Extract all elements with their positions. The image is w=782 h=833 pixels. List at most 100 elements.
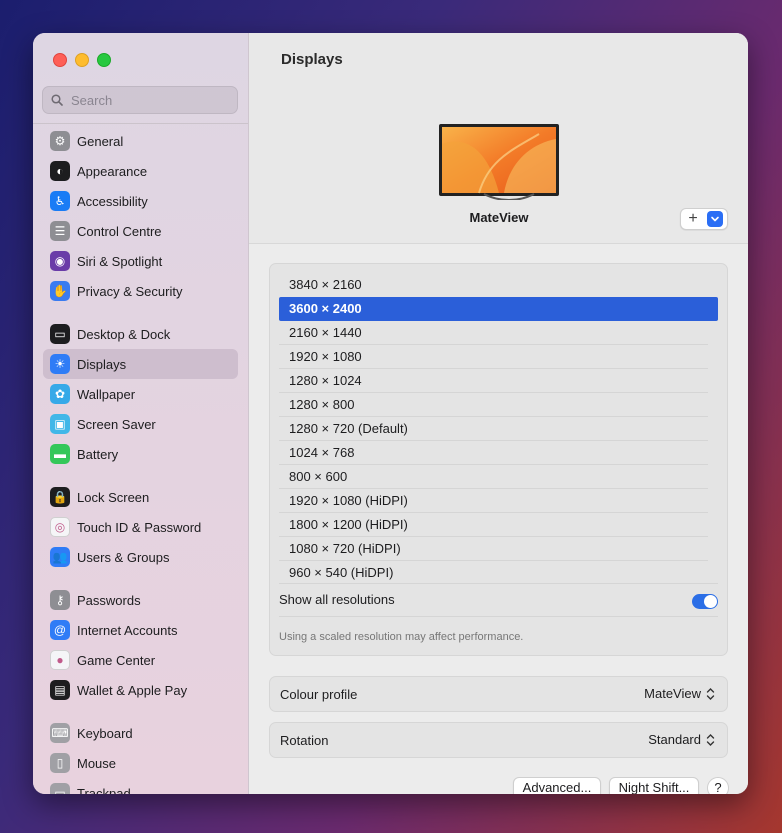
- sidebar-item-label: Passwords: [77, 592, 141, 608]
- resolution-option[interactable]: 1920 × 1080: [279, 345, 708, 369]
- screen-saver-icon: ▣: [50, 414, 70, 434]
- colour-profile-label: Colour profile: [280, 687, 358, 702]
- sidebar-item-label: Users & Groups: [77, 549, 170, 565]
- performance-note: Using a scaled resolution may affect per…: [279, 631, 524, 643]
- dock-icon: ▭: [50, 324, 70, 344]
- display-arrangement: Displays MateView +: [249, 33, 748, 244]
- sidebar-item-lock-screen[interactable]: 🔒 Lock Screen: [43, 482, 238, 512]
- updown-chevron-icon: [706, 687, 715, 700]
- wallet-icon: ▤: [50, 680, 70, 700]
- sidebar-item-label: Displays: [77, 356, 127, 372]
- sidebar-item-keyboard[interactable]: ⌨ Keyboard: [43, 718, 238, 748]
- colour-profile-row[interactable]: Colour profile MateView: [269, 676, 728, 712]
- resolution-option[interactable]: 1800 × 1200 (HiDPI): [279, 513, 708, 537]
- resolution-option[interactable]: 1024 × 768: [279, 441, 708, 465]
- chevron-down-icon[interactable]: [707, 211, 723, 227]
- close-button[interactable]: [53, 53, 67, 67]
- night-shift-button[interactable]: Night Shift...: [609, 777, 699, 794]
- lock-icon: 🔒: [50, 487, 70, 507]
- window-controls: [53, 53, 111, 67]
- show-all-toggle[interactable]: [692, 594, 718, 609]
- plus-icon: +: [688, 210, 698, 227]
- sidebar-item-privacy-security[interactable]: ✋ Privacy & Security: [43, 276, 238, 306]
- sidebar-item-wallet-apple-pay[interactable]: ▤ Wallet & Apple Pay: [43, 675, 238, 705]
- search-input[interactable]: [69, 91, 233, 109]
- rotation-label: Rotation: [280, 733, 329, 748]
- appearance-icon: ◐: [50, 161, 70, 181]
- monitor-icon[interactable]: [439, 124, 559, 200]
- game-center-icon: ●: [50, 650, 70, 670]
- sidebar-item-passwords[interactable]: ⚷ Passwords: [43, 585, 238, 615]
- sidebar-item-label: Trackpad: [77, 785, 131, 795]
- updown-chevron-icon: [706, 733, 715, 746]
- sidebar-item-internet-accounts[interactable]: @ Internet Accounts: [43, 615, 238, 645]
- sidebar-item-label: Desktop & Dock: [77, 326, 171, 342]
- sidebar-item-label: Accessibility: [77, 193, 148, 209]
- zoom-button[interactable]: [97, 53, 111, 67]
- sidebar-item-wallpaper[interactable]: ✿ Wallpaper: [43, 379, 238, 409]
- resolution-option[interactable]: 1920 × 1080 (HiDPI): [279, 489, 708, 513]
- monitor-name: MateView: [469, 210, 529, 225]
- resolution-option[interactable]: 1280 × 800: [279, 393, 708, 417]
- resolution-option[interactable]: 2160 × 1440: [279, 321, 708, 345]
- sidebar-item-control-centre[interactable]: ☰ Control Centre: [43, 216, 238, 246]
- sidebar-item-game-center[interactable]: ● Game Center: [43, 645, 238, 675]
- sidebar-item-mouse[interactable]: ▯ Mouse: [43, 748, 238, 778]
- sidebar-item-appearance[interactable]: ◐ Appearance: [43, 156, 238, 186]
- rotation-row[interactable]: Rotation Standard: [269, 722, 728, 758]
- sidebar-item-label: Appearance: [77, 163, 148, 179]
- trackpad-icon: ▭: [50, 783, 70, 794]
- sidebar-item-general[interactable]: ⚙ General: [43, 126, 238, 156]
- advanced-button[interactable]: Advanced...: [513, 777, 601, 794]
- control-centre-icon: ☰: [50, 221, 70, 241]
- resolution-option[interactable]: 3840 × 2160: [279, 273, 708, 297]
- rotation-select[interactable]: Standard: [648, 732, 715, 747]
- sidebar-item-screen-saver[interactable]: ▣ Screen Saver: [43, 409, 238, 439]
- battery-icon: ▬: [50, 444, 70, 464]
- key-icon: ⚷: [50, 590, 70, 610]
- gear-icon: ⚙: [50, 131, 70, 151]
- show-all-label: Show all resolutions: [279, 592, 395, 607]
- add-display-button[interactable]: +: [680, 208, 728, 230]
- sidebar: ⚙ General ◐ Appearance ♿ Accessibility ☰ Contro…: [33, 33, 249, 794]
- help-button[interactable]: ?: [707, 777, 729, 794]
- sidebar-divider: [33, 123, 248, 124]
- flower-icon: ✿: [50, 384, 70, 404]
- search-box[interactable]: [42, 86, 238, 114]
- search-icon: [51, 94, 63, 106]
- sidebar-item-label: Mouse: [77, 755, 117, 771]
- sidebar-item-touch-id-password[interactable]: ◎ Touch ID & Password: [43, 512, 238, 542]
- sidebar-item-label: Lock Screen: [77, 489, 150, 505]
- sidebar-item-label: Privacy & Security: [77, 283, 183, 299]
- sidebar-item-label: Screen Saver: [77, 416, 156, 432]
- sidebar-item-label: Wallet & Apple Pay: [77, 682, 188, 698]
- page-title: Displays: [281, 51, 343, 68]
- sidebar-item-battery[interactable]: ▬ Battery: [43, 439, 238, 469]
- sidebar-item-accessibility[interactable]: ♿ Accessibility: [43, 186, 238, 216]
- sidebar-item-desktop-dock[interactable]: ▭ Desktop & Dock: [43, 319, 238, 349]
- minimize-button[interactable]: [75, 53, 89, 67]
- sidebar-item-label: Control Centre: [77, 223, 162, 239]
- resolution-option[interactable]: 1280 × 1024: [279, 369, 708, 393]
- sidebar-item-label: Battery: [77, 446, 119, 462]
- sidebar-item-trackpad[interactable]: ▭ Trackpad: [43, 778, 238, 794]
- colour-profile-select[interactable]: MateView: [644, 686, 715, 701]
- sidebar-list: ⚙ General ◐ Appearance ♿ Accessibility ☰ Contro…: [33, 126, 248, 794]
- mouse-icon: ▯: [50, 753, 70, 773]
- resolution-option[interactable]: 960 × 540 (HiDPI): [279, 561, 708, 585]
- sidebar-item-displays[interactable]: ☀ Displays: [43, 349, 238, 379]
- accessibility-icon: ♿: [50, 191, 70, 211]
- resolution-option[interactable]: 800 × 600: [279, 465, 708, 489]
- sidebar-item-siri-spotlight[interactable]: ◉ Siri & Spotlight: [43, 246, 238, 276]
- toggle-knob: [704, 595, 717, 608]
- resolution-option[interactable]: 3600 × 2400: [279, 297, 718, 321]
- resolution-option[interactable]: 1280 × 720 (Default): [279, 417, 708, 441]
- colour-profile-value: MateView: [644, 686, 701, 701]
- keyboard-icon: ⌨: [50, 723, 70, 743]
- sidebar-item-label: General: [77, 133, 124, 149]
- sidebar-item-users-groups[interactable]: 👥 Users & Groups: [43, 542, 238, 572]
- settings-window: ⚙ General ◐ Appearance ♿ Accessibility ☰ Contro…: [33, 33, 748, 794]
- resolution-option[interactable]: 1080 × 720 (HiDPI): [279, 537, 708, 561]
